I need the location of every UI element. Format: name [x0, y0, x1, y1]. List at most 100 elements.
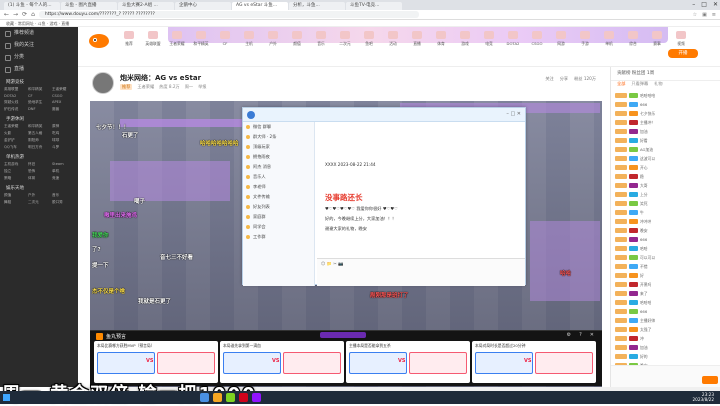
contact-row[interactable]: 工作群: [243, 232, 314, 242]
folder-app-icon[interactable]: [213, 393, 222, 402]
chat-app-icon[interactable]: [226, 393, 235, 402]
prediction-option-b[interactable]: [283, 352, 341, 374]
browser-tab[interactable]: 企鹅中心: [175, 2, 231, 10]
start-icon[interactable]: [3, 394, 10, 401]
contact-row[interactable]: 同学会: [243, 222, 314, 232]
sidebar-category-link[interactable]: 独立: [4, 169, 26, 174]
sidebar-category-link[interactable]: Steam: [52, 162, 74, 167]
forward-icon[interactable]: →: [13, 11, 18, 18]
contact-row[interactable]: 阿杰 消息: [243, 162, 314, 172]
category-nav-item[interactable]: CSGO: [526, 31, 548, 47]
sidebar-category-link[interactable]: 和平精英: [28, 124, 50, 129]
category-nav-item[interactable]: 英雄联盟: [142, 31, 164, 47]
category-nav-item[interactable]: 王者荣耀: [166, 31, 188, 47]
streamer-avatar[interactable]: [92, 72, 114, 94]
category-nav-item[interactable]: 电竞: [478, 31, 500, 47]
follow-button[interactable]: 关注: [545, 76, 553, 82]
category-nav-item[interactable]: 二次元: [334, 31, 356, 47]
browser-tab[interactable]: 斗鱼TV-电竞...: [346, 2, 402, 10]
sidebar-item[interactable]: 推荐频道: [0, 27, 78, 39]
sidebar-category-link[interactable]: 怀旧: [28, 162, 50, 167]
category-nav-item[interactable]: 直播: [406, 31, 428, 47]
sidebar-category-link[interactable]: DOTA2: [4, 94, 26, 98]
sidebar-category-link[interactable]: 阴阳师: [28, 138, 50, 143]
sidebar-category-link[interactable]: CF: [28, 94, 50, 98]
sidebar-category-link[interactable]: 金铲铲: [4, 138, 26, 143]
prediction-card[interactable]: 本局比赛哪方获胜MVP（预言局） VS: [94, 341, 218, 383]
chat-app-controls[interactable]: – □ ✕: [506, 111, 521, 117]
report-link[interactable]: 举报: [198, 84, 206, 90]
close-icon[interactable]: ✕: [590, 332, 594, 338]
sidebar-category-link[interactable]: 恐怖: [28, 169, 50, 174]
category-nav-item[interactable]: 游戏: [454, 31, 476, 47]
refresh-icon[interactable]: ⟳: [22, 11, 27, 18]
category-nav-item[interactable]: 音乐: [310, 31, 332, 47]
minimize-icon[interactable]: –: [692, 1, 695, 8]
send-button[interactable]: [702, 376, 718, 384]
prediction-option-b[interactable]: [409, 352, 467, 374]
browser-tab[interactable]: 斗鱼大赛2-A组 ...: [118, 2, 174, 10]
category-nav-item[interactable]: 主机: [238, 31, 260, 47]
home-icon[interactable]: ⌂: [31, 11, 35, 18]
category-nav-item[interactable]: 体育: [430, 31, 452, 47]
category-nav-item[interactable]: CF: [214, 31, 236, 47]
contact-row[interactable]: 拥抱雨夜: [243, 152, 314, 162]
category-nav-item[interactable]: 赛事: [646, 31, 668, 47]
category-nav-item[interactable]: DOTA2: [502, 31, 524, 47]
sidebar-category-link[interactable]: 单机: [52, 169, 74, 174]
prediction-card[interactable]: 本局谁先拿到第一滴血 VS: [220, 341, 344, 383]
sidebar-category-link[interactable]: 明日方舟: [28, 145, 50, 150]
sidebar-category-link[interactable]: 脱口秀: [52, 200, 74, 205]
prediction-card[interactable]: 本局对局时长是否超过20分钟 VS: [472, 341, 596, 383]
chat-input-tools[interactable]: 😊 📁 ✂ 📷: [317, 259, 525, 269]
chat-app-window[interactable]: – □ ✕ 微信 群聊 群大师 · 2条 顶级玩家 拥抱雨夜 阿杰 消息 音乐人 李老师 文件…: [242, 107, 526, 286]
chat-input-area[interactable]: 😊 📁 ✂ 📷: [317, 258, 525, 286]
sidebar-category-link[interactable]: 穿越火线: [4, 100, 26, 105]
browser-tab[interactable]: AG vs eStar 斗鱼...: [232, 2, 288, 10]
sidebar-category-link[interactable]: QQ飞车: [4, 145, 26, 150]
sidebar-category-link[interactable]: 魔兽: [52, 107, 74, 112]
category-nav-item[interactable]: 和平精英: [190, 31, 212, 47]
category-nav-item[interactable]: 活动: [382, 31, 404, 47]
open-stream-button[interactable]: 开播: [668, 49, 698, 58]
close-icon[interactable]: ✕: [713, 1, 718, 8]
category-nav-item[interactable]: 单机: [598, 31, 620, 47]
sidebar-category-link[interactable]: 吃鸡: [52, 131, 74, 136]
sidebar-item[interactable]: 直播: [0, 63, 78, 75]
sidebar-category-link[interactable]: DNF: [28, 107, 50, 112]
prediction-option-b[interactable]: [157, 352, 215, 374]
prediction-tab[interactable]: [320, 332, 366, 338]
sidebar-category-link[interactable]: 颜值: [4, 193, 26, 198]
sidebar-category-link[interactable]: 主机游戏: [4, 162, 26, 167]
browser-tab[interactable]: 斗鱼 - 图片直播: [61, 2, 117, 10]
sidebar-category-link[interactable]: 策略: [4, 176, 26, 181]
star-icon[interactable]: ☆: [693, 12, 697, 18]
category-nav-item[interactable]: 网游: [550, 31, 572, 47]
sidebar-category-link[interactable]: 炉石传说: [4, 107, 26, 112]
sidebar-category-link[interactable]: 原神: [52, 124, 74, 129]
prediction-option-b[interactable]: [535, 352, 593, 374]
sidebar-category-link[interactable]: 王者荣耀: [52, 87, 74, 92]
bookmarks-bar[interactable]: 收藏 · 常用网址 · 斗鱼 · 游戏 · 直播: [0, 20, 720, 27]
prediction-card[interactable]: 主播本局是否能拿到五杀 VS: [346, 341, 470, 383]
chat-app-avatar[interactable]: [247, 111, 255, 119]
sidebar-category-link[interactable]: 斗罗: [52, 145, 74, 150]
back-icon[interactable]: ←: [4, 11, 9, 18]
menu-icon[interactable]: ≡: [712, 12, 716, 18]
contact-row[interactable]: 家庭群: [243, 212, 314, 222]
sidebar-category-link[interactable]: 英雄联盟: [4, 87, 26, 92]
sidebar-category-link[interactable]: 体育: [28, 176, 50, 181]
browser-tab[interactable]: (1) 斗鱼 - 每个人的...: [4, 2, 60, 10]
url-input[interactable]: https://www.douyu.com/???????_? ????? ??…: [38, 11, 419, 18]
maximize-icon[interactable]: □: [701, 1, 707, 8]
chat-input[interactable]: [611, 365, 720, 387]
sidebar-category-link[interactable]: 绝地求生: [28, 100, 50, 105]
category-nav-item[interactable]: 颜值: [286, 31, 308, 47]
sidebar-category-link[interactable]: 音乐: [52, 193, 74, 198]
sidebar-category-link[interactable]: 火影: [4, 131, 26, 136]
sidebar-item[interactable]: 分类: [0, 51, 78, 63]
category-nav-item[interactable]: 推荐: [118, 31, 140, 47]
contact-row[interactable]: 音乐人: [243, 172, 314, 182]
category-nav-item[interactable]: 手游: [574, 31, 596, 47]
contact-row[interactable]: 顶级玩家: [243, 142, 314, 152]
